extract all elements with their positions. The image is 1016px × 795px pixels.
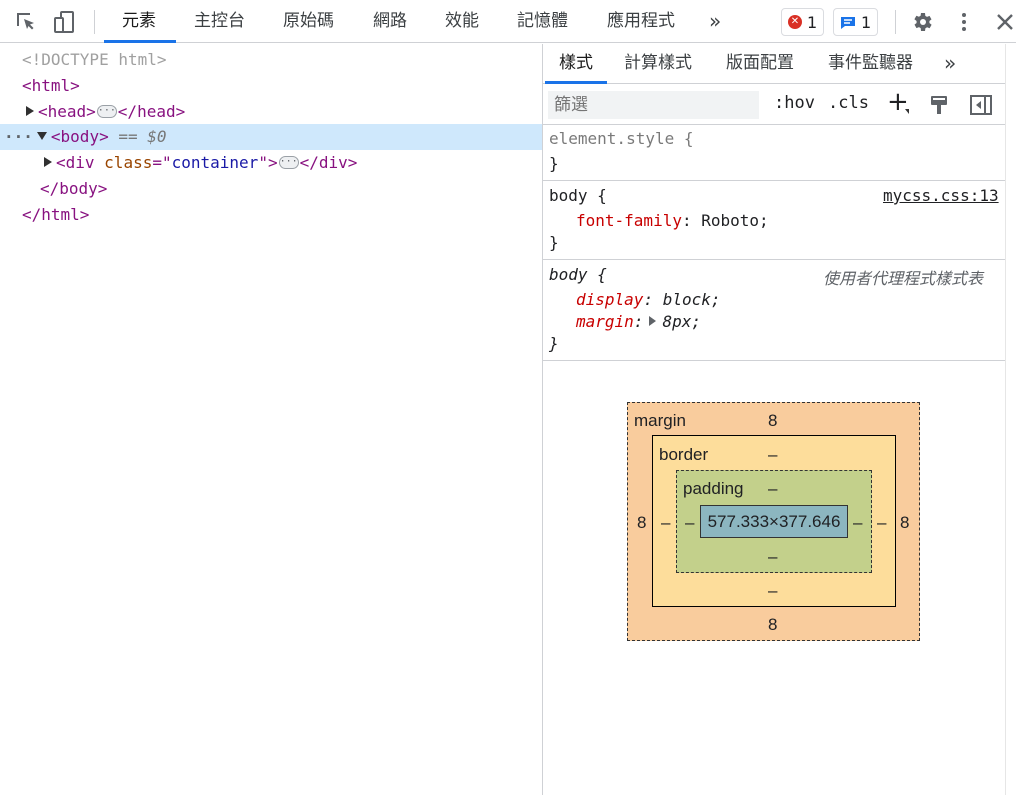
padding-bottom-value[interactable]: – [768,547,777,567]
filter-input[interactable] [548,91,759,119]
css-property-value: 8px; [662,312,701,331]
message-counter-button[interactable]: 1 [833,8,879,36]
dom-body-node[interactable]: ··· <body> == $0 [4,124,167,150]
margin-label: margin [634,411,686,430]
message-count: 1 [861,12,872,32]
settings-gear-icon[interactable] [910,10,934,34]
body-rule-close: } [549,233,559,252]
css-property-name: margin [576,312,634,331]
element-style-selector[interactable]: element.style { [549,129,694,148]
div-attr-value: container [171,153,259,172]
more-tabs-button[interactable]: » [709,0,721,43]
device-toolbar-icon[interactable] [53,10,77,34]
expand-shorthand-icon[interactable] [649,315,657,326]
border-label: border [659,445,709,464]
box-model-content[interactable]: 577.333×377.646 [700,505,848,538]
tab-layout[interactable]: 版面配置 [726,44,794,84]
hover-state-button[interactable]: :hov [774,93,815,113]
css-property-value: block; [662,290,721,309]
tab-memory[interactable]: 記憶體 [517,0,568,43]
padding-label: padding [683,479,744,498]
ua-body-rule-selector[interactable]: body { [549,265,607,284]
div-attr-end: "> [258,153,278,172]
element-style-close: } [549,154,559,173]
tab-styles[interactable]: 樣式 [559,44,593,84]
close-icon[interactable] [993,10,1016,34]
body-open-tag: <body> [50,127,109,146]
padding-right-value[interactable]: – [853,513,862,533]
padding-top-value[interactable]: – [768,479,777,499]
dom-body-close[interactable]: </body> [40,176,107,202]
margin-top-value[interactable]: 8 [768,411,777,431]
tab-application[interactable]: 應用程式 [607,0,675,43]
body-selected-marker: == $0 [108,127,167,146]
rule-divider [543,360,1005,361]
border-left-value[interactable]: – [661,513,670,533]
devtools-toolbar: 元素 主控台 原始碼 網路 效能 記憶體 應用程式 » ✕ 1 1 [0,0,1016,43]
margin-left-value[interactable]: 8 [637,513,646,533]
toolbar-separator [94,10,95,34]
tab-event-listeners[interactable]: 事件監聽器 [828,44,913,84]
css-property-name: font-family [576,211,682,230]
vertical-scrollbar[interactable] [1005,44,1016,795]
collapsed-ellipsis-icon[interactable]: ··· [96,105,117,118]
tab-computed[interactable]: 計算樣式 [624,44,692,84]
css-property-name: display [576,290,644,309]
div-open-tag: <div [56,153,105,172]
div-attr-name: class [104,153,153,172]
dom-doctype[interactable]: <!DOCTYPE html> [22,47,167,73]
styles-filter-bar: :hov .cls + [543,85,1005,125]
tab-performance[interactable]: 效能 [445,0,479,43]
ua-stylesheet-label: 使用者代理程式樣式表 [823,269,984,288]
toggle-sidebar-icon[interactable] [969,94,993,120]
css-declaration-margin: margin: 8px; [576,312,701,331]
head-open-tag: <head> [38,102,96,121]
expand-triangle-icon[interactable] [44,156,52,167]
ua-body-rule-close: } [549,334,559,353]
div-attr-eq: =" [152,153,172,172]
tab-elements[interactable]: 元素 [122,0,156,43]
dom-html-open[interactable]: <html> [22,73,80,99]
tab-sources[interactable]: 原始碼 [283,0,334,43]
inspect-element-icon[interactable] [14,10,38,34]
collapsed-ellipsis-icon[interactable]: ··· [278,156,299,169]
expand-triangle-icon[interactable] [26,105,34,116]
rule-divider [543,259,1005,260]
margin-bottom-value[interactable]: 8 [768,615,777,635]
more-options-icon[interactable] [952,10,976,34]
border-right-value[interactable]: – [877,513,886,533]
paint-brush-icon[interactable] [928,94,950,120]
margin-right-value[interactable]: 8 [900,513,909,533]
class-toggle-button[interactable]: .cls [828,93,869,113]
css-declaration-display: display: block; [576,290,721,309]
dropdown-arrow-icon [905,109,909,114]
div-close-tag: </div> [299,153,358,172]
tab-console[interactable]: 主控台 [194,0,245,43]
dom-head-node[interactable]: <head> ··· </head> [26,99,185,125]
head-close-tag: </head> [117,102,186,121]
border-bottom-value[interactable]: – [768,581,777,601]
collapse-triangle-icon[interactable] [36,131,47,140]
node-actions-ellipsis-icon[interactable]: ··· [4,127,33,146]
border-top-value[interactable]: – [768,445,777,465]
css-declaration-font-family[interactable]: font-family: Roboto; [576,211,769,230]
toolbar-separator [895,10,896,34]
dom-html-close[interactable]: </html> [22,202,89,228]
css-property-value: Roboto; [701,211,769,230]
padding-left-value[interactable]: – [685,513,694,533]
error-icon: ✕ [788,15,802,29]
body-rule-selector[interactable]: body { [549,186,607,205]
rule-divider [543,180,1005,181]
sidebar-tabs: 樣式 計算樣式 版面配置 事件監聽器 » [543,44,1005,84]
dom-div-node[interactable]: <div class="container"> ··· </div> [44,150,357,176]
message-icon [840,15,856,29]
error-counter-button[interactable]: ✕ 1 [781,8,825,36]
more-tabs-button[interactable]: » [944,44,956,84]
tab-network[interactable]: 網路 [373,0,407,43]
error-count: 1 [807,12,818,32]
active-tab-indicator [545,81,607,84]
css-source-link[interactable]: mycss.css:13 [883,186,999,205]
active-tab-indicator [104,40,176,43]
